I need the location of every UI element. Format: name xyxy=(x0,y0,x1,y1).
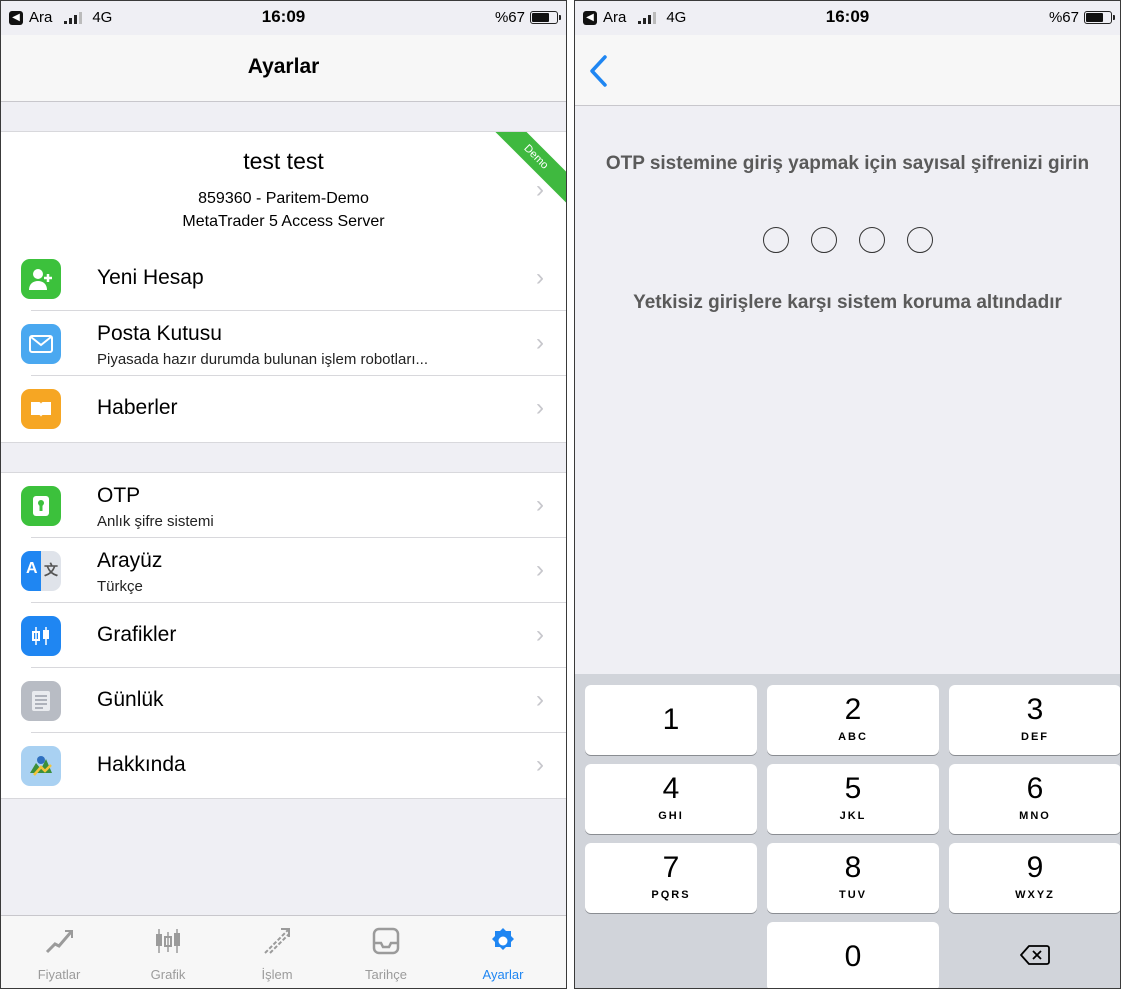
account-card[interactable]: test test 859360 - Paritem-Demo MetaTrad… xyxy=(1,131,566,248)
security-note: Yetkisiz girişlere karşı sistem koruma a… xyxy=(633,292,1062,313)
tab-bar: Fiyatlar Grafik İşlem Tarihçe Ayarlar xyxy=(1,915,566,988)
battery-percent: %67 xyxy=(1048,9,1079,26)
account-number-server: 859360 - Paritem-Demo xyxy=(198,190,369,207)
key-6[interactable]: 6 MNO xyxy=(949,764,1120,834)
key-2[interactable]: 2 ABC xyxy=(767,685,939,755)
nav-bar: Ayarlar xyxy=(1,35,566,102)
chevron-right-icon: › xyxy=(536,264,544,291)
key-4[interactable]: 4 GHI xyxy=(585,764,757,834)
tab-history[interactable]: Tarihçe xyxy=(336,916,436,988)
settings-group-accounts: Yeni Hesap › Posta Kutusu Piyasada hazır… xyxy=(1,246,566,443)
history-icon xyxy=(372,927,400,955)
gear-icon xyxy=(492,928,514,950)
menu-item-label: OTP xyxy=(97,484,141,507)
key-3[interactable]: 3 DEF xyxy=(949,685,1120,755)
menu-item-label: Yeni Hesap xyxy=(97,266,204,289)
settings-screen: ◀ Ara 4G 16:09 %67 Ayarlar test test 859… xyxy=(0,0,567,989)
key-1[interactable]: 1 xyxy=(585,685,757,755)
menu-item-label: Arayüz xyxy=(97,549,163,572)
chevron-right-icon: › xyxy=(536,621,544,648)
menu-item-label: Hakkında xyxy=(97,753,186,776)
clock: 16:09 xyxy=(261,7,306,26)
status-bar: ◀ Ara 4G 16:09 %67 xyxy=(1,1,566,35)
key-5[interactable]: 5 JKL xyxy=(767,764,939,834)
tab-quotes[interactable]: Fiyatlar xyxy=(9,916,109,988)
tab-label: Ayarlar xyxy=(482,967,524,982)
menu-item-subtitle: Türkçe xyxy=(97,578,143,595)
menu-item-label: Günlük xyxy=(97,688,164,711)
book-icon xyxy=(21,388,61,429)
language-icon: A 文 xyxy=(21,550,61,591)
menu-item-interface[interactable]: A 文 Arayüz Türkçe › xyxy=(1,538,566,603)
menu-item-label: Haberler xyxy=(97,396,178,419)
candlestick-icon xyxy=(21,615,61,656)
chevron-right-icon: › xyxy=(536,329,544,356)
menu-item-otp[interactable]: OTP Anlık şifre sistemi › xyxy=(1,473,566,538)
tab-chart[interactable]: Grafik xyxy=(118,916,218,988)
chevron-right-icon: › xyxy=(536,394,544,421)
chevron-left-icon xyxy=(590,55,607,87)
menu-item-subtitle: Anlık şifre sistemi xyxy=(97,513,214,530)
delete-key[interactable] xyxy=(949,922,1120,988)
menu-item-mailbox[interactable]: Posta Kutusu Piyasada hazır durumda bulu… xyxy=(1,311,566,376)
status-bar: ◀ Ara 4G 16:09 %67 xyxy=(575,1,1120,35)
menu-item-about[interactable]: Hakkında › xyxy=(1,733,566,798)
battery-percent: %67 xyxy=(494,9,525,26)
menu-item-subtitle: Piyasada hazır durumda bulunan işlem rob… xyxy=(97,351,429,368)
menu-item-news[interactable]: Haberler › xyxy=(1,376,566,441)
chevron-right-icon: › xyxy=(536,556,544,583)
menu-item-label: Grafikler xyxy=(97,623,177,646)
account-server-type: MetaTrader 5 Access Server xyxy=(182,213,385,230)
chevron-right-icon: › xyxy=(536,491,544,518)
quotes-icon xyxy=(45,930,73,954)
tab-label: Fiyatlar xyxy=(37,967,81,982)
menu-item-journal[interactable]: Günlük › xyxy=(1,668,566,733)
key-0[interactable]: 0 xyxy=(767,922,939,988)
pin-dot xyxy=(906,227,933,253)
menu-item-new-account[interactable]: Yeni Hesap › xyxy=(1,246,566,311)
metatrader-icon xyxy=(21,745,61,786)
pin-indicator xyxy=(575,227,1120,253)
keyhole-icon xyxy=(21,485,61,526)
tab-trade[interactable]: İşlem xyxy=(227,916,327,988)
key-8[interactable]: 8 TUV xyxy=(767,843,939,913)
trade-icon xyxy=(264,928,290,954)
chevron-right-icon: › xyxy=(536,176,544,203)
pin-dot xyxy=(762,227,789,253)
menu-item-charts[interactable]: Grafikler › xyxy=(1,603,566,668)
account-name: test test xyxy=(243,148,324,174)
tab-label: Tarihçe xyxy=(365,967,407,982)
battery-icon xyxy=(1084,11,1115,24)
pin-dot xyxy=(858,227,885,253)
key-7[interactable]: 7 PQRS xyxy=(585,843,757,913)
page-title: Ayarlar xyxy=(247,55,320,78)
chevron-right-icon: › xyxy=(536,686,544,713)
key-9[interactable]: 9 WXYZ xyxy=(949,843,1120,913)
tab-settings[interactable]: Ayarlar xyxy=(453,916,553,988)
battery-icon xyxy=(530,11,561,24)
otp-pin-screen: ◀ Ara 4G 16:09 %67 OTP sistemine giriş y… xyxy=(574,0,1121,989)
mail-icon xyxy=(21,323,61,364)
journal-icon xyxy=(21,680,61,721)
backspace-icon xyxy=(1020,945,1050,965)
pin-dot xyxy=(810,227,837,253)
nav-bar xyxy=(575,35,1120,106)
otp-prompt: OTP sistemine giriş yapmak için sayısal … xyxy=(605,153,1090,174)
back-button[interactable] xyxy=(587,53,617,89)
add-person-icon xyxy=(21,258,61,299)
clock: 16:09 xyxy=(825,7,870,26)
tab-label: Grafik xyxy=(150,967,186,982)
chart-icon xyxy=(156,929,180,953)
settings-group-app: OTP Anlık şifre sistemi › A 文 Arayüz Tür… xyxy=(1,472,566,799)
menu-item-label: Posta Kutusu xyxy=(97,322,222,345)
chevron-right-icon: › xyxy=(536,751,544,778)
numeric-keypad: 1 2 ABC 3 DEF 4 GHI 5 JKL 6 MNO 7 PQRS 8… xyxy=(575,674,1120,988)
tab-label: İşlem xyxy=(261,967,293,982)
